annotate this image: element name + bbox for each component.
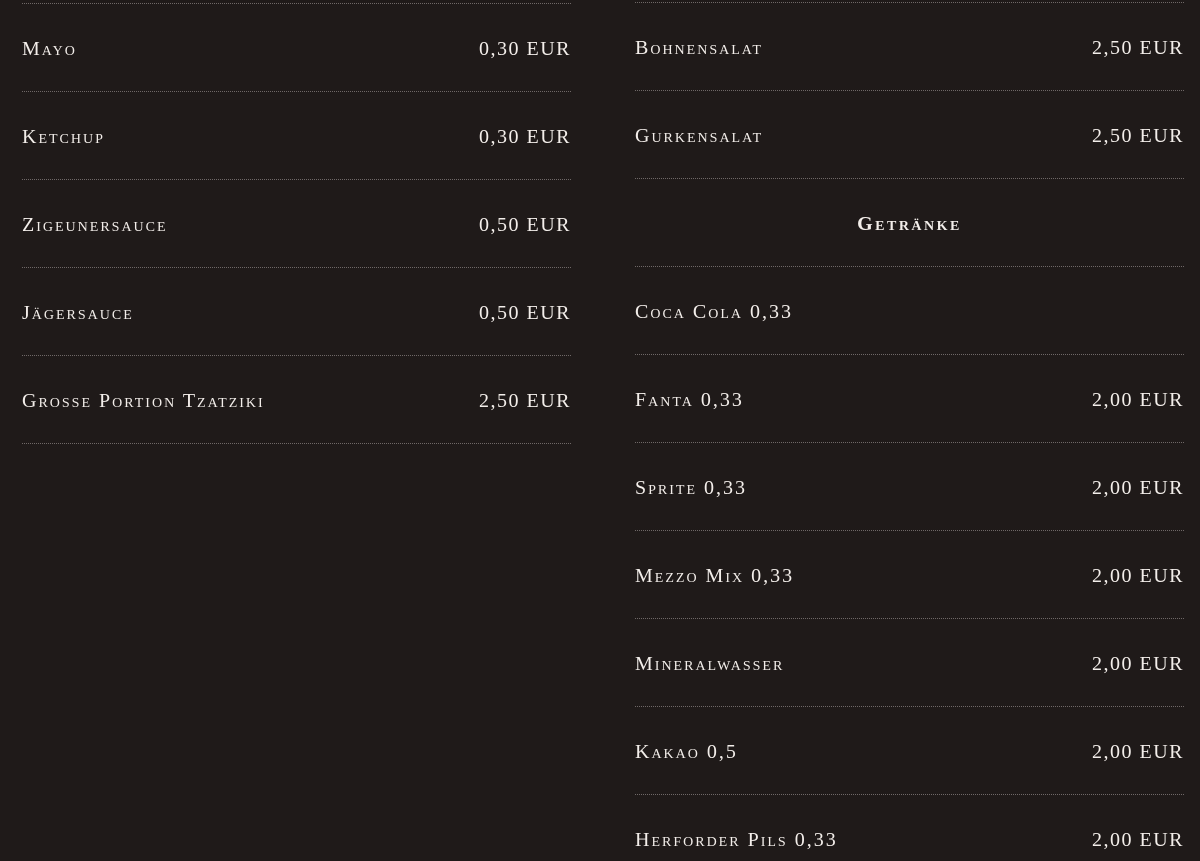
item-price: 2,50 EUR: [1092, 125, 1184, 147]
menu-item: Mezzo Mix 0,33 2,00 EUR: [635, 531, 1184, 619]
menu-item: Coca Cola 0,33: [635, 267, 1184, 355]
item-name: Mezzo Mix 0,33: [635, 565, 795, 587]
menu-page: Mayo 0,30 EUR Ketchup 0,30 EUR Zigeuners…: [0, 0, 1200, 861]
item-price: 2,00 EUR: [1092, 829, 1184, 851]
item-name: Bohnensalat: [635, 37, 763, 59]
menu-item: Kakao 0,5 2,00 EUR: [635, 707, 1184, 795]
item-name: Coca Cola 0,33: [635, 301, 794, 323]
menu-item: Mineralwasser 2,00 EUR: [635, 619, 1184, 707]
menu-item: Gurkensalat 2,50 EUR: [635, 91, 1184, 179]
item-name: Sprite 0,33: [635, 477, 748, 499]
item-name: Kakao 0,5: [635, 741, 738, 763]
item-price: 0,30 EUR: [479, 38, 571, 60]
menu-item: Herforder Pils 0,33 2,00 EUR: [635, 795, 1184, 861]
menu-item: Mayo 0,30 EUR: [22, 4, 571, 92]
menu-item: Fanta 0,33 2,00 EUR: [635, 355, 1184, 443]
item-price: 0,50 EUR: [479, 302, 571, 324]
item-name: Gurkensalat: [635, 125, 764, 147]
item-name: Mayo: [22, 38, 77, 60]
item-price: 2,00 EUR: [1092, 389, 1184, 411]
item-name: Ketchup: [22, 126, 105, 148]
menu-item: Bohnensalat 2,50 EUR: [635, 3, 1184, 91]
menu-item: Sprite 0,33 2,00 EUR: [635, 443, 1184, 531]
item-name: Herforder Pils 0,33: [635, 829, 838, 851]
menu-item: Grosse Portion Tzatziki 2,50 EUR: [22, 356, 571, 444]
item-price: 2,00 EUR: [1092, 565, 1184, 587]
item-price: 2,50 EUR: [1092, 37, 1184, 59]
item-name: Jägersauce: [22, 302, 134, 324]
item-price: 2,00 EUR: [1092, 477, 1184, 499]
menu-item: Zigeunersauce 0,50 EUR: [22, 180, 571, 268]
item-price: 2,00 EUR: [1092, 653, 1184, 675]
item-price: 0,30 EUR: [479, 126, 571, 148]
item-price: 2,50 EUR: [479, 390, 571, 412]
item-name: Mineralwasser: [635, 653, 785, 675]
item-name: Grosse Portion Tzatziki: [22, 390, 265, 412]
menu-item: Jägersauce 0,50 EUR: [22, 268, 571, 356]
item-name: Zigeunersauce: [22, 214, 168, 236]
item-price: 2,00 EUR: [1092, 741, 1184, 763]
drinks-section-heading-row: Getränke: [635, 179, 1184, 267]
section-heading: Getränke: [857, 213, 962, 235]
item-name: Fanta 0,33: [635, 389, 744, 411]
item-price: 0,50 EUR: [479, 214, 571, 236]
menu-item: Ketchup 0,30 EUR: [22, 92, 571, 180]
